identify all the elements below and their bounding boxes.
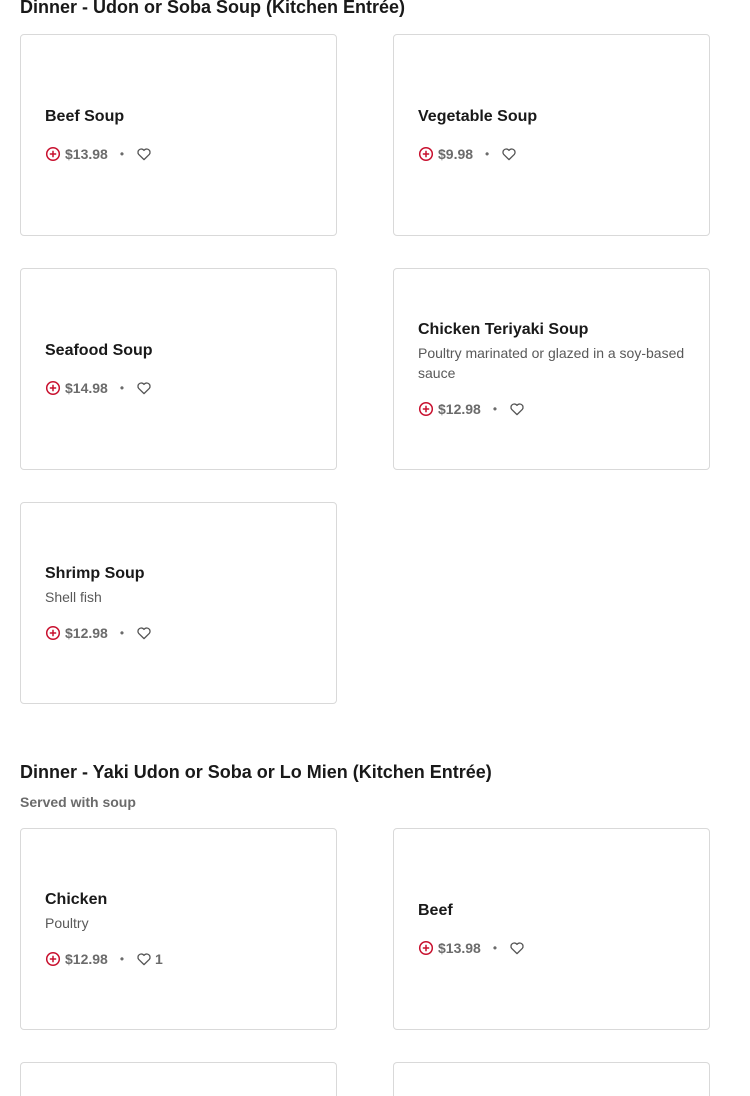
menu-item-card[interactable]: Shrimp Soup Shell fish $12.98 •: [20, 502, 337, 704]
plus-circle-icon[interactable]: [418, 401, 434, 417]
item-name: Chicken: [45, 891, 108, 908]
heart-icon[interactable]: [509, 401, 525, 417]
item-price: $12.98: [438, 401, 481, 417]
item-price: $13.98: [438, 940, 481, 956]
separator-dot: •: [119, 381, 125, 395]
separator-dot: •: [119, 626, 125, 640]
item-price: $13.98: [65, 146, 108, 162]
item-meta: $9.98 •: [418, 144, 685, 164]
heart-icon[interactable]: [136, 951, 152, 967]
menu-item-card[interactable]: [20, 1062, 337, 1096]
heart-icon[interactable]: [136, 380, 152, 396]
section-title: Dinner - Yaki Udon or Soba or Lo Mien (K…: [20, 762, 492, 782]
item-price: $14.98: [65, 380, 108, 396]
item-description: Poultry: [45, 915, 89, 931]
item-meta: $12.98 •: [418, 399, 685, 419]
separator-dot: •: [119, 952, 125, 966]
item-name: Vegetable Soup: [418, 108, 538, 125]
menu-item-card[interactable]: Chicken Teriyaki Soup Poultry marinated …: [393, 268, 710, 470]
item-meta: $13.98 •: [45, 144, 312, 164]
item-price: $12.98: [65, 625, 108, 641]
item-description: Poultry marinated or glazed in a soy-bas…: [418, 345, 685, 381]
item-meta: $13.98 •: [418, 938, 685, 958]
section-title: Dinner - Udon or Soba Soup (Kitchen Entr…: [20, 0, 406, 17]
plus-circle-icon[interactable]: [45, 625, 61, 641]
menu-item-card[interactable]: Vegetable Soup $9.98 •: [393, 34, 710, 236]
item-name: Shrimp Soup: [45, 565, 145, 582]
item-name: Chicken Teriyaki Soup: [418, 321, 589, 338]
item-price: $12.98: [65, 951, 108, 967]
item-price: $9.98: [438, 146, 474, 162]
item-name: Seafood Soup: [45, 342, 153, 359]
heart-icon[interactable]: [136, 625, 152, 641]
menu-item-card[interactable]: Beef Soup $13.98 •: [20, 34, 337, 236]
separator-dot: •: [119, 147, 125, 161]
plus-circle-icon[interactable]: [45, 380, 61, 396]
item-description: Shell fish: [45, 589, 102, 605]
menu-item-card[interactable]: Beef $13.98 •: [393, 828, 710, 1030]
menu-item-card[interactable]: Seafood Soup $14.98 •: [20, 268, 337, 470]
separator-dot: •: [492, 941, 498, 955]
heart-icon[interactable]: [136, 146, 152, 162]
plus-circle-icon[interactable]: [45, 146, 61, 162]
like-count: 1: [155, 951, 163, 967]
plus-circle-icon[interactable]: [45, 951, 61, 967]
menu-item-card[interactable]: [393, 1062, 710, 1096]
item-meta: $14.98 •: [45, 378, 312, 398]
heart-icon[interactable]: [509, 940, 525, 956]
item-meta: $12.98 •: [45, 623, 312, 643]
menu-item-card[interactable]: Chicken Poultry $12.98 • 1: [20, 828, 337, 1030]
plus-circle-icon[interactable]: [418, 146, 434, 162]
item-name: Beef Soup: [45, 108, 125, 125]
separator-dot: •: [492, 402, 498, 416]
section-subtitle: Served with soup: [20, 794, 136, 810]
item-name: Beef: [418, 902, 453, 919]
plus-circle-icon[interactable]: [418, 940, 434, 956]
item-meta: $12.98 • 1: [45, 949, 312, 969]
separator-dot: •: [485, 147, 490, 161]
heart-icon[interactable]: [501, 146, 517, 162]
